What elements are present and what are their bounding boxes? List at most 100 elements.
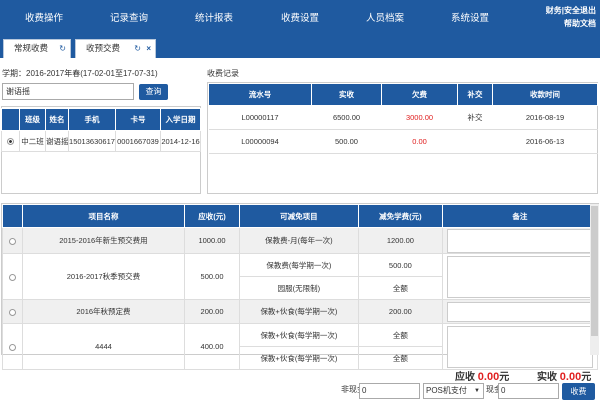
col-header: 可减免项目: [238, 204, 360, 228]
nav-item-records[interactable]: 记录查询: [110, 10, 148, 24]
cell: 2016-08-19: [492, 105, 598, 130]
payment-method-value: POS机支付: [426, 386, 467, 395]
col-header: 应收(元): [184, 204, 240, 228]
paid-unit: 元: [581, 372, 592, 383]
item-amount: 200.00: [184, 299, 240, 324]
table-row[interactable]: L00000117 6500.00 3000.00 补交 2016-08-19: [208, 105, 598, 130]
table-row[interactable]: 2016年秋预定费 200.00 保教+伙食(每学期一次) 200.00: [2, 299, 599, 324]
chevron-down-icon: ▼: [474, 388, 480, 394]
top-nav-bar: 收费操作 记录查询 统计报表 收费设置 人员档案 系统设置 财务|安全退出 帮助…: [0, 0, 600, 34]
tab-bar: 常规收费 ↻ 收预交费 ↻ ×: [0, 34, 600, 58]
table-row[interactable]: 4444 400.00 保教+伙食(每学期一次) 全额: [2, 323, 599, 370]
nav-item-people[interactable]: 人员档案: [366, 10, 404, 24]
nav-item-charge-settings[interactable]: 收费设置: [281, 10, 319, 24]
sub-reduction: 全额: [358, 346, 443, 370]
item-name: 4444: [21, 323, 186, 370]
sub-item: 保教费(每学期一次): [238, 253, 360, 277]
sub-reduction: 200.00: [358, 299, 443, 324]
sub-item: 园服(无限制): [238, 276, 360, 300]
col-header: 流水号: [208, 83, 312, 106]
items-table: 项目名称 应收(元) 可减免项目 减免学费(元) 备注 2015-2016年新生…: [2, 204, 599, 370]
scrollbar[interactable]: [590, 204, 599, 355]
sub-reduction: 全额: [358, 323, 443, 347]
search-button[interactable]: 查询: [139, 84, 168, 100]
col-header: 备注: [441, 204, 599, 228]
cash-input[interactable]: 0: [498, 383, 559, 399]
due-label: 应收: [455, 372, 475, 383]
sub-reduction: 1200.00: [358, 227, 443, 254]
col-header: 手机: [68, 108, 116, 131]
student-table: 班级 姓名 手机 卡号 入学日期 中二班 谢语摇 15013630617 000…: [1, 108, 201, 152]
tab-prepay[interactable]: 收预交费 ↻ ×: [75, 39, 156, 58]
item-radio[interactable]: [8, 343, 16, 351]
col-header: 减免学费(元): [358, 204, 443, 228]
cell: L00000094: [208, 129, 312, 154]
note-input[interactable]: [446, 228, 593, 253]
col-header: [1, 108, 20, 131]
note-input[interactable]: [446, 301, 593, 322]
tab-regular-charge[interactable]: 常规收费 ↻: [3, 39, 71, 58]
cell: 2016-06-13: [492, 129, 598, 154]
table-row[interactable]: L00000094 500.00 0.00 2016-06-13: [208, 129, 598, 154]
item-radio[interactable]: [8, 237, 16, 245]
col-header: 项目名称: [21, 204, 186, 228]
cell: 谢语摇: [45, 130, 69, 152]
records-title: 收费记录: [207, 69, 239, 78]
col-header: 收款时间: [492, 83, 598, 106]
records-table: 流水号 实收 欠费 补交 收款时间 L00000117 6500.00 3000…: [208, 83, 598, 154]
col-header: 入学日期: [160, 108, 201, 131]
logout-link[interactable]: 财务|安全退出: [546, 4, 596, 17]
user-links: 财务|安全退出 帮助文档: [546, 4, 596, 30]
cell: 15013630617: [68, 130, 116, 152]
item-radio[interactable]: [8, 308, 16, 316]
table-row[interactable]: 中二班 谢语摇 15013630617 0001667039 2014-12-1…: [1, 130, 201, 152]
paid-label: 实收: [537, 372, 557, 383]
col-header: 实收: [311, 83, 382, 106]
col-header: 卡号: [115, 108, 161, 131]
sub-reduction: 全额: [358, 276, 443, 300]
sub-item: 保教+伙食(每学期一次): [238, 323, 360, 347]
item-name: 2015-2016年新生预交费用: [21, 227, 186, 254]
search-input[interactable]: 谢语摇: [2, 83, 134, 100]
table-row[interactable]: 2016-2017秋季预交费 500.00 保教费(每学期一次) 500.00: [2, 253, 599, 300]
item-radio[interactable]: [8, 273, 16, 281]
tab-label: 常规收费: [14, 43, 49, 53]
help-link[interactable]: 帮助文档: [546, 17, 596, 30]
tab-label: 收预交费: [86, 43, 121, 53]
note-input[interactable]: [446, 325, 593, 368]
term-label: 学期：2016-2017年春(17-02-01至17-07-31): [2, 69, 158, 78]
col-header: 姓名: [45, 108, 69, 131]
item-name: 2016年秋预定费: [21, 299, 186, 324]
cell: 0001667039: [115, 130, 161, 152]
due-value: 0.00: [477, 371, 500, 383]
nav-item-reports[interactable]: 统计报表: [195, 10, 233, 24]
sub-item: 保教费-月(每年一次): [238, 227, 360, 254]
payment-method-select[interactable]: POS机支付 ▼: [423, 383, 484, 399]
cell: 500.00: [311, 129, 382, 154]
student-radio[interactable]: [7, 138, 14, 146]
close-icon[interactable]: ×: [146, 40, 151, 57]
item-amount: 1000.00: [184, 227, 240, 254]
table-row[interactable]: 2015-2016年新生预交费用 1000.00 保教费-月(每年一次) 120…: [2, 227, 599, 254]
cell: 2014-12-16: [160, 130, 201, 152]
col-header: 班级: [19, 108, 46, 131]
charge-button[interactable]: 收费: [562, 383, 595, 400]
cell: 补交: [457, 105, 493, 130]
col-header: 欠费: [381, 83, 458, 106]
nav-item-charge[interactable]: 收费操作: [25, 10, 63, 24]
note-input[interactable]: [446, 255, 593, 298]
total-paid: 实收 0.00元: [537, 368, 591, 383]
item-name: 2016-2017秋季预交费: [21, 253, 186, 300]
item-amount: 400.00: [184, 323, 240, 370]
sub-reduction: 500.00: [358, 253, 443, 277]
refresh-icon[interactable]: ↻: [59, 40, 66, 57]
paid-value: 0.00: [559, 371, 582, 383]
scrollbar-thumb[interactable]: [591, 206, 598, 336]
noncash-input[interactable]: 0: [359, 383, 420, 399]
cell: [457, 129, 493, 154]
refresh-icon[interactable]: ↻: [134, 40, 141, 57]
cell: 3000.00: [381, 105, 458, 130]
nav-item-system[interactable]: 系统设置: [451, 10, 489, 24]
col-header: 补交: [457, 83, 493, 106]
item-amount: 500.00: [184, 253, 240, 300]
